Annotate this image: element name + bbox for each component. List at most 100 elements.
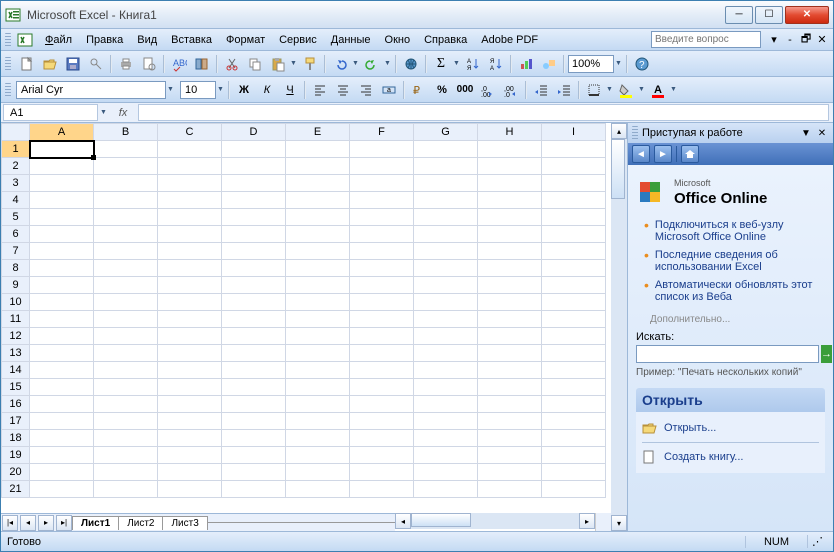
cell[interactable] [222,192,286,209]
row-header[interactable]: 20 [2,464,30,481]
row-header[interactable]: 4 [2,192,30,209]
cut-button[interactable] [221,53,243,75]
cell[interactable] [350,413,414,430]
format-painter-button[interactable] [299,53,321,75]
cell[interactable] [414,328,478,345]
cell[interactable] [414,413,478,430]
cell[interactable] [350,260,414,277]
increase-indent-button[interactable] [553,79,575,101]
cell[interactable] [542,226,606,243]
cell[interactable] [158,447,222,464]
row-header[interactable]: 16 [2,396,30,413]
cell[interactable] [478,226,542,243]
row-header[interactable]: 14 [2,362,30,379]
undo-dropdown[interactable]: ▼ [352,60,360,67]
menu-data[interactable]: Данные [325,32,377,48]
formula-input[interactable] [138,104,829,121]
row-header[interactable]: 2 [2,158,30,175]
cell[interactable] [350,243,414,260]
cell[interactable] [222,481,286,498]
tab-nav-next[interactable]: ▸ [38,515,54,531]
cell[interactable] [414,447,478,464]
menu-tools[interactable]: Сервис [273,32,323,48]
cell[interactable] [286,447,350,464]
row-header[interactable]: 10 [2,294,30,311]
cell[interactable] [222,209,286,226]
row-header[interactable]: 12 [2,328,30,345]
row-header[interactable]: 3 [2,175,30,192]
maximize-button[interactable]: ☐ [755,6,783,24]
font-color-dropdown[interactable]: ▼ [670,86,678,93]
print-preview-button[interactable] [138,53,160,75]
menu-help[interactable]: Справка [418,32,473,48]
cell[interactable] [30,328,94,345]
minimize-button[interactable]: ─ [725,6,753,24]
cell[interactable] [30,447,94,464]
column-header[interactable]: I [542,124,606,141]
redo-button[interactable] [361,53,383,75]
cell[interactable] [542,328,606,345]
cell[interactable] [286,175,350,192]
open-file-link[interactable]: Открыть... [642,418,819,438]
cell[interactable] [478,379,542,396]
borders-dropdown[interactable]: ▼ [606,86,614,93]
cell[interactable] [94,413,158,430]
cell[interactable] [222,447,286,464]
column-header[interactable]: H [478,124,542,141]
cell[interactable] [478,277,542,294]
row-header[interactable]: 1 [2,141,30,158]
hyperlink-button[interactable] [400,53,422,75]
cell[interactable] [94,226,158,243]
cell[interactable] [286,311,350,328]
cell[interactable] [414,260,478,277]
cell[interactable] [478,430,542,447]
cell[interactable] [286,328,350,345]
row-header[interactable]: 21 [2,481,30,498]
cell[interactable] [94,328,158,345]
cell[interactable] [158,260,222,277]
cell[interactable] [350,345,414,362]
column-header[interactable]: C [158,124,222,141]
more-link[interactable]: Дополнительно... [650,314,730,325]
cell[interactable] [542,447,606,464]
cell[interactable] [30,379,94,396]
cell[interactable] [350,396,414,413]
research-button[interactable] [191,53,213,75]
cell[interactable] [414,192,478,209]
cell[interactable] [158,192,222,209]
cell[interactable] [30,260,94,277]
cell[interactable] [158,243,222,260]
create-workbook-link[interactable]: Создать книгу... [642,447,819,467]
copy-button[interactable] [244,53,266,75]
cell[interactable] [30,226,94,243]
cell[interactable] [158,464,222,481]
cell[interactable] [414,226,478,243]
cell[interactable] [478,396,542,413]
cell[interactable] [222,158,286,175]
cell[interactable] [30,192,94,209]
taskpane-link[interactable]: Подключиться к веб-узлу Microsoft Office… [655,219,825,243]
tab-nav-prev[interactable]: ◂ [20,515,36,531]
cell[interactable] [286,243,350,260]
spelling-button[interactable]: ABC [168,53,190,75]
decrease-decimal-button[interactable]: ,00,0 [500,79,522,101]
cell[interactable] [222,141,286,158]
cell[interactable] [286,141,350,158]
name-box[interactable]: A1 [3,104,98,121]
row-header[interactable]: 6 [2,226,30,243]
cell[interactable] [158,277,222,294]
cell[interactable] [542,158,606,175]
tab-nav-first[interactable]: |◂ [2,515,18,531]
cell[interactable] [158,226,222,243]
cell[interactable] [542,481,606,498]
currency-button[interactable]: ₽ [408,79,430,101]
align-left-button[interactable] [309,79,331,101]
task-pane-close-button[interactable]: ✕ [815,126,829,140]
cell[interactable] [94,294,158,311]
cell[interactable] [542,413,606,430]
cell[interactable] [542,396,606,413]
grip-icon[interactable] [632,126,638,140]
cell[interactable] [158,311,222,328]
cell[interactable] [222,413,286,430]
cell[interactable] [414,362,478,379]
